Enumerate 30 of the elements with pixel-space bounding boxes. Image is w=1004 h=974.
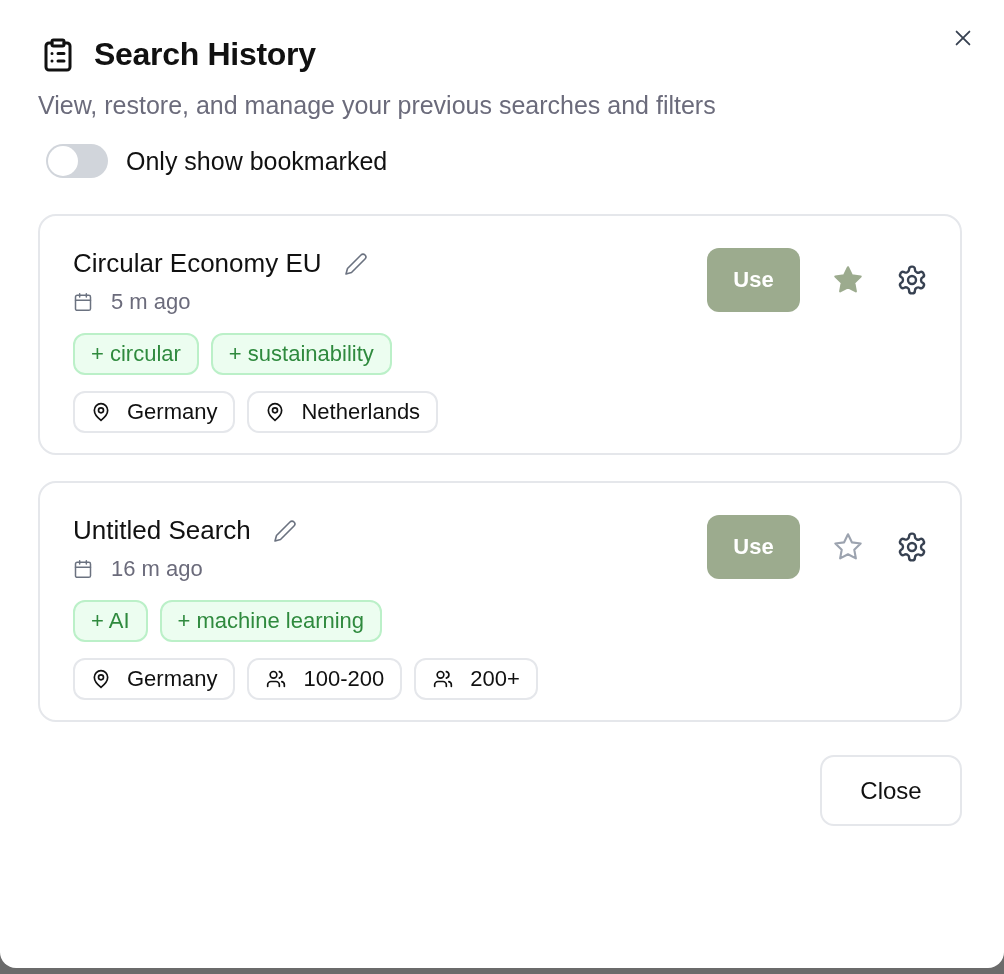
filter-tag: 100-200: [247, 658, 403, 700]
map-pin-icon: [91, 669, 111, 689]
dialog-description: View, restore, and manage your previous searches and filters: [38, 91, 717, 120]
search-name: Circular Economy EU: [73, 248, 322, 279]
filter-tag: Netherlands: [247, 391, 439, 433]
use-button[interactable]: Use: [707, 248, 800, 312]
calendar-icon: [73, 559, 93, 579]
timestamp: 5 m ago: [111, 289, 191, 315]
keyword-tag: + machine learning: [159, 600, 383, 642]
map-pin-icon: [91, 402, 111, 422]
pencil-icon[interactable]: [272, 518, 297, 543]
filter-tag: Germany: [73, 658, 236, 700]
timestamp: 16 m ago: [111, 556, 203, 582]
keyword-tag: + sustainability: [210, 333, 392, 375]
pencil-icon[interactable]: [343, 251, 368, 276]
dialog-title: Search History: [94, 36, 316, 73]
toggle-switch[interactable]: [46, 144, 108, 178]
keyword-tag: + circular: [73, 333, 199, 375]
search-name: Untitled Search: [73, 515, 251, 546]
calendar-icon: [73, 292, 93, 312]
close-button[interactable]: Close: [820, 755, 962, 826]
people-icon: [265, 669, 288, 689]
settings-icon[interactable]: [896, 264, 928, 296]
people-icon: [432, 669, 455, 689]
use-button[interactable]: Use: [707, 515, 800, 579]
toggle-label: Only show bookmarked: [126, 146, 388, 176]
keyword-tag: + AI: [73, 600, 148, 642]
filter-tag: Germany: [73, 391, 236, 433]
filter-tag: 200+: [414, 658, 538, 700]
settings-icon[interactable]: [896, 531, 928, 563]
